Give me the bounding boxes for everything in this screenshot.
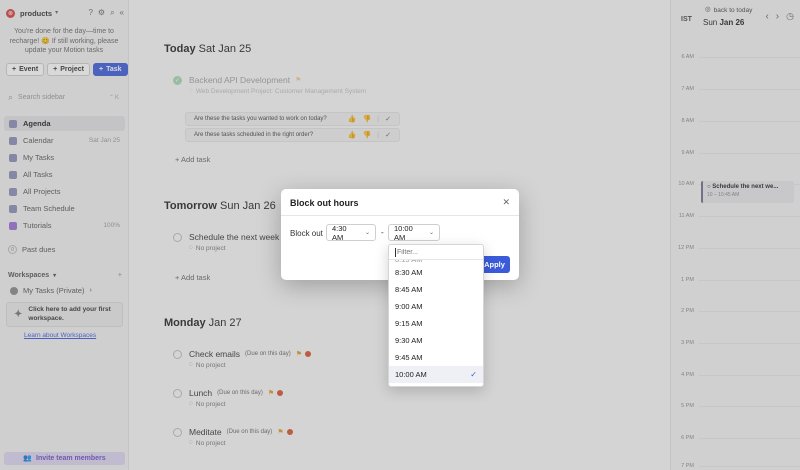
dropdown-option[interactable]: 9:00 AM (389, 298, 483, 315)
modal-title: Block out hours (290, 198, 359, 208)
start-time-select[interactable]: 4:30 AM ⌄ (326, 223, 376, 242)
close-icon[interactable]: ✕ (502, 198, 510, 207)
end-time-select[interactable]: 10:00 AM ⌄ (388, 223, 440, 242)
modal-divider (281, 215, 519, 216)
dropdown-option-selected[interactable]: 10:00 AM ✓ (389, 366, 483, 383)
time-separator: - (381, 228, 384, 237)
option-label: 9:15 AM (395, 319, 423, 328)
option-label: 8:45 AM (395, 285, 423, 294)
option-label: 9:30 AM (395, 336, 423, 345)
block-out-label: Block out (290, 229, 323, 238)
end-time-value: 10:00 AM (394, 223, 413, 242)
filter-input[interactable] (397, 248, 477, 256)
option-label: 9:00 AM (395, 302, 423, 311)
chevron-down-icon: ⌄ (428, 229, 434, 236)
dropdown-options: 8:15 AM 8:30 AM 8:45 AM 9:00 AM 9:15 AM … (389, 260, 483, 383)
option-label: 8:30 AM (395, 268, 423, 277)
chevron-down-icon: ⌄ (364, 229, 370, 236)
dropdown-option[interactable]: 9:45 AM (389, 349, 483, 366)
end-time-dropdown: 8:15 AM 8:30 AM 8:45 AM 9:00 AM 9:15 AM … (388, 244, 484, 387)
dropdown-filter[interactable] (389, 245, 483, 260)
start-time-value: 4:30 AM (332, 223, 347, 242)
option-label: 9:45 AM (395, 353, 423, 362)
dropdown-option[interactable]: 9:30 AM (389, 332, 483, 349)
dropdown-option[interactable]: 8:30 AM (389, 264, 483, 281)
option-label: 10:00 AM (395, 370, 427, 379)
dropdown-option[interactable]: 8:45 AM (389, 281, 483, 298)
checkmark-icon: ✓ (470, 369, 477, 379)
dropdown-option[interactable]: 9:15 AM (389, 315, 483, 332)
text-caret (395, 247, 396, 257)
